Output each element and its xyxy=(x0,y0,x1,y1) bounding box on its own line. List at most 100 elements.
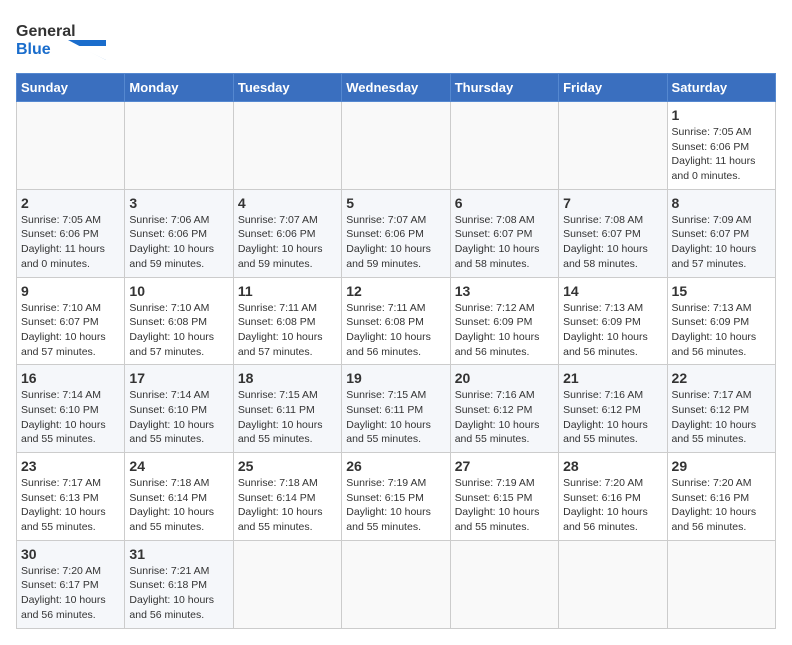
day-info: Sunrise: 7:14 AM Sunset: 6:10 PM Dayligh… xyxy=(21,388,120,447)
calendar-cell: 12 Sunrise: 7:11 AM Sunset: 6:08 PM Dayl… xyxy=(342,277,450,365)
day-info: Sunrise: 7:19 AM Sunset: 6:15 PM Dayligh… xyxy=(346,476,445,535)
day-header-saturday: Saturday xyxy=(667,74,775,102)
daylight-label: Daylight: 10 hours and 56 minutes. xyxy=(21,594,106,621)
calendar-cell: 23 Sunrise: 7:17 AM Sunset: 6:13 PM Dayl… xyxy=(17,453,125,541)
day-info: Sunrise: 7:10 AM Sunset: 6:08 PM Dayligh… xyxy=(129,301,228,360)
daylight-label: Daylight: 10 hours and 55 minutes. xyxy=(21,419,106,446)
sunrise-label: Sunrise: 7:17 AM xyxy=(672,389,752,401)
day-info: Sunrise: 7:13 AM Sunset: 6:09 PM Dayligh… xyxy=(672,301,771,360)
calendar-week-4: 16 Sunrise: 7:14 AM Sunset: 6:10 PM Dayl… xyxy=(17,365,776,453)
day-number: 27 xyxy=(455,458,554,474)
daylight-label: Daylight: 10 hours and 55 minutes. xyxy=(238,506,323,533)
daylight-label: Daylight: 10 hours and 57 minutes. xyxy=(21,331,106,358)
day-info: Sunrise: 7:18 AM Sunset: 6:14 PM Dayligh… xyxy=(238,476,337,535)
svg-text:General: General xyxy=(16,23,76,40)
sunrise-label: Sunrise: 7:05 AM xyxy=(21,214,101,226)
day-number: 19 xyxy=(346,370,445,386)
day-number: 10 xyxy=(129,283,228,299)
day-number: 20 xyxy=(455,370,554,386)
calendar-cell: 3 Sunrise: 7:06 AM Sunset: 6:06 PM Dayli… xyxy=(125,189,233,277)
daylight-label: Daylight: 10 hours and 56 minutes. xyxy=(455,331,540,358)
sunset-label: Sunset: 6:13 PM xyxy=(21,492,99,504)
calendar-cell: 2 Sunrise: 7:05 AM Sunset: 6:06 PM Dayli… xyxy=(17,189,125,277)
sunset-label: Sunset: 6:06 PM xyxy=(672,141,750,153)
calendar-cell: 20 Sunrise: 7:16 AM Sunset: 6:12 PM Dayl… xyxy=(450,365,558,453)
day-info: Sunrise: 7:20 AM Sunset: 6:16 PM Dayligh… xyxy=(563,476,662,535)
day-number: 11 xyxy=(238,283,337,299)
sunrise-label: Sunrise: 7:16 AM xyxy=(563,389,643,401)
calendar-cell xyxy=(667,540,775,628)
sunset-label: Sunset: 6:11 PM xyxy=(346,404,423,416)
calendar-cell xyxy=(450,540,558,628)
sunrise-label: Sunrise: 7:10 AM xyxy=(21,302,101,314)
day-number: 5 xyxy=(346,195,445,211)
calendar-cell: 6 Sunrise: 7:08 AM Sunset: 6:07 PM Dayli… xyxy=(450,189,558,277)
calendar-cell: 17 Sunrise: 7:14 AM Sunset: 6:10 PM Dayl… xyxy=(125,365,233,453)
calendar-cell xyxy=(233,102,341,190)
sunrise-label: Sunrise: 7:12 AM xyxy=(455,302,535,314)
calendar-cell: 1 Sunrise: 7:05 AM Sunset: 6:06 PM Dayli… xyxy=(667,102,775,190)
day-number: 1 xyxy=(672,107,771,123)
sunrise-label: Sunrise: 7:07 AM xyxy=(346,214,426,226)
day-info: Sunrise: 7:05 AM Sunset: 6:06 PM Dayligh… xyxy=(21,213,120,272)
daylight-label: Daylight: 10 hours and 56 minutes. xyxy=(129,594,214,621)
sunset-label: Sunset: 6:07 PM xyxy=(455,228,533,240)
sunset-label: Sunset: 6:08 PM xyxy=(129,316,207,328)
sunset-label: Sunset: 6:11 PM xyxy=(238,404,315,416)
day-info: Sunrise: 7:06 AM Sunset: 6:06 PM Dayligh… xyxy=(129,213,228,272)
calendar-cell: 16 Sunrise: 7:14 AM Sunset: 6:10 PM Dayl… xyxy=(17,365,125,453)
sunset-label: Sunset: 6:14 PM xyxy=(238,492,316,504)
day-info: Sunrise: 7:12 AM Sunset: 6:09 PM Dayligh… xyxy=(455,301,554,360)
day-info: Sunrise: 7:16 AM Sunset: 6:12 PM Dayligh… xyxy=(563,388,662,447)
sunset-label: Sunset: 6:17 PM xyxy=(21,579,99,591)
page-header: General Blue xyxy=(16,16,776,65)
day-number: 28 xyxy=(563,458,662,474)
calendar-cell: 22 Sunrise: 7:17 AM Sunset: 6:12 PM Dayl… xyxy=(667,365,775,453)
day-info: Sunrise: 7:07 AM Sunset: 6:06 PM Dayligh… xyxy=(346,213,445,272)
calendar-cell: 4 Sunrise: 7:07 AM Sunset: 6:06 PM Dayli… xyxy=(233,189,341,277)
daylight-label: Daylight: 10 hours and 56 minutes. xyxy=(672,331,757,358)
day-number: 26 xyxy=(346,458,445,474)
sunrise-label: Sunrise: 7:09 AM xyxy=(672,214,752,226)
sunset-label: Sunset: 6:12 PM xyxy=(672,404,750,416)
sunrise-label: Sunrise: 7:11 AM xyxy=(346,302,425,314)
day-number: 31 xyxy=(129,546,228,562)
calendar-cell: 8 Sunrise: 7:09 AM Sunset: 6:07 PM Dayli… xyxy=(667,189,775,277)
calendar-cell: 31 Sunrise: 7:21 AM Sunset: 6:18 PM Dayl… xyxy=(125,540,233,628)
daylight-label: Daylight: 10 hours and 58 minutes. xyxy=(455,243,540,270)
calendar-cell: 27 Sunrise: 7:19 AM Sunset: 6:15 PM Dayl… xyxy=(450,453,558,541)
daylight-label: Daylight: 10 hours and 56 minutes. xyxy=(346,331,431,358)
sunset-label: Sunset: 6:07 PM xyxy=(563,228,641,240)
day-number: 21 xyxy=(563,370,662,386)
calendar-cell: 7 Sunrise: 7:08 AM Sunset: 6:07 PM Dayli… xyxy=(559,189,667,277)
day-header-sunday: Sunday xyxy=(17,74,125,102)
daylight-label: Daylight: 10 hours and 55 minutes. xyxy=(346,506,431,533)
sunset-label: Sunset: 6:16 PM xyxy=(563,492,641,504)
sunrise-label: Sunrise: 7:06 AM xyxy=(129,214,209,226)
calendar-cell: 18 Sunrise: 7:15 AM Sunset: 6:11 PM Dayl… xyxy=(233,365,341,453)
day-number: 14 xyxy=(563,283,662,299)
sunset-label: Sunset: 6:09 PM xyxy=(455,316,533,328)
day-info: Sunrise: 7:08 AM Sunset: 6:07 PM Dayligh… xyxy=(563,213,662,272)
day-info: Sunrise: 7:15 AM Sunset: 6:11 PM Dayligh… xyxy=(238,388,337,447)
daylight-label: Daylight: 10 hours and 56 minutes. xyxy=(672,506,757,533)
calendar-body: 1 Sunrise: 7:05 AM Sunset: 6:06 PM Dayli… xyxy=(17,102,776,629)
calendar-cell xyxy=(559,540,667,628)
sunset-label: Sunset: 6:07 PM xyxy=(21,316,99,328)
sunset-label: Sunset: 6:08 PM xyxy=(346,316,424,328)
sunrise-label: Sunrise: 7:13 AM xyxy=(672,302,752,314)
day-number: 18 xyxy=(238,370,337,386)
calendar-cell: 24 Sunrise: 7:18 AM Sunset: 6:14 PM Dayl… xyxy=(125,453,233,541)
day-number: 23 xyxy=(21,458,120,474)
daylight-label: Daylight: 10 hours and 56 minutes. xyxy=(563,331,648,358)
sunset-label: Sunset: 6:15 PM xyxy=(346,492,424,504)
sunset-label: Sunset: 6:15 PM xyxy=(455,492,533,504)
calendar-cell: 13 Sunrise: 7:12 AM Sunset: 6:09 PM Dayl… xyxy=(450,277,558,365)
calendar-cell: 28 Sunrise: 7:20 AM Sunset: 6:16 PM Dayl… xyxy=(559,453,667,541)
calendar-cell: 5 Sunrise: 7:07 AM Sunset: 6:06 PM Dayli… xyxy=(342,189,450,277)
daylight-label: Daylight: 10 hours and 57 minutes. xyxy=(129,331,214,358)
sunset-label: Sunset: 6:07 PM xyxy=(672,228,750,240)
day-info: Sunrise: 7:17 AM Sunset: 6:13 PM Dayligh… xyxy=(21,476,120,535)
sunrise-label: Sunrise: 7:14 AM xyxy=(21,389,101,401)
calendar-cell xyxy=(233,540,341,628)
